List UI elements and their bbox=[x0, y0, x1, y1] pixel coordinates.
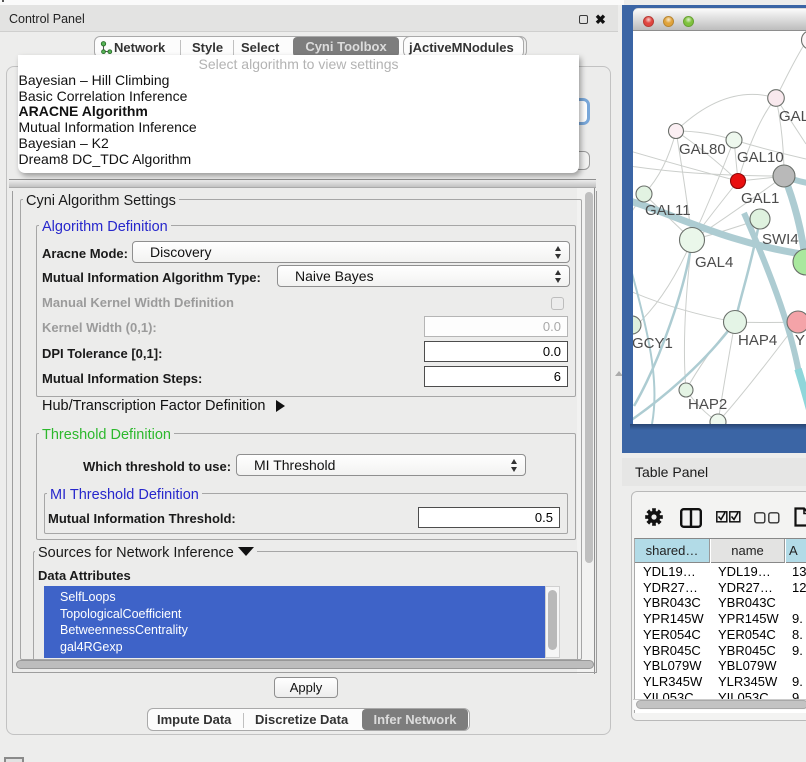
svg-text:SWI4: SWI4 bbox=[762, 231, 799, 248]
svg-text:Y: Y bbox=[795, 332, 805, 349]
svg-text:GAL1: GAL1 bbox=[741, 190, 779, 207]
svg-text:GAL80: GAL80 bbox=[679, 141, 726, 158]
svg-text:HAP4: HAP4 bbox=[738, 332, 777, 349]
svg-text:GAL11: GAL11 bbox=[645, 202, 691, 219]
svg-text:HAP2: HAP2 bbox=[688, 396, 727, 413]
svg-text:GAL4: GAL4 bbox=[695, 254, 733, 271]
svg-text:GAL10: GAL10 bbox=[737, 149, 784, 166]
svg-text:GCY1: GCY1 bbox=[633, 335, 673, 352]
svg-text:GAL2: GAL2 bbox=[779, 108, 806, 125]
